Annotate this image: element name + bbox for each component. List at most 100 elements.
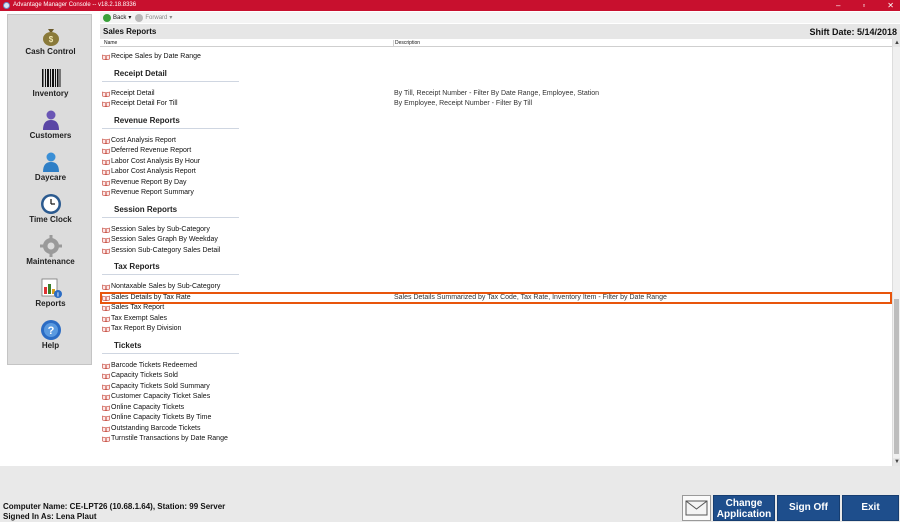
report-name[interactable]: Sales Tax Report: [111, 303, 164, 313]
nav-maintenance[interactable]: Maintenance: [8, 235, 93, 266]
clock-icon: [40, 194, 61, 214]
report-name[interactable]: Receipt Detail For Till: [111, 99, 178, 109]
nav-time-clock[interactable]: Time Clock: [8, 193, 93, 224]
close-button[interactable]: ✕: [887, 0, 894, 11]
report-row[interactable]: Online Capacity Tickets: [100, 403, 892, 413]
report-row[interactable]: Capacity Tickets Sold: [100, 371, 892, 381]
report-name[interactable]: Revenue Report By Day: [111, 178, 186, 188]
report-row[interactable]: Cost Analysis Report: [100, 136, 892, 146]
report-name[interactable]: Online Capacity Tickets By Time: [111, 413, 211, 423]
forward-dropdown-icon[interactable]: ▾: [169, 14, 172, 21]
nav-label-inventory: Inventory: [32, 89, 69, 98]
nav-label-time-clock: Time Clock: [29, 215, 72, 224]
report-name[interactable]: Recipe Sales by Date Range: [111, 52, 201, 62]
nav-help[interactable]: ? Help: [8, 319, 93, 350]
nav-reports[interactable]: i Reports: [8, 277, 93, 308]
minimize-button[interactable]: –: [836, 0, 840, 11]
report-name[interactable]: Outstanding Barcode Tickets: [111, 424, 201, 434]
report-row[interactable]: Labor Cost Analysis By Hour: [100, 157, 892, 167]
vertical-scrollbar[interactable]: ▲ ▼: [892, 39, 900, 466]
report-row[interactable]: Receipt Detail For Till By Employee, Rece…: [100, 99, 892, 109]
report-row[interactable]: Labor Cost Analysis Report: [100, 167, 892, 177]
report-icon: [102, 248, 110, 254]
report-name[interactable]: Session Sales Graph By Weekday: [111, 235, 218, 245]
sign-off-button[interactable]: Sign Off: [777, 495, 840, 521]
report-icon: [102, 384, 110, 390]
report-row[interactable]: Online Capacity Tickets By Time: [100, 413, 892, 423]
window-title: Advantage Manager Console -- v18.2.18.83…: [13, 2, 137, 8]
group-divider: [102, 127, 239, 129]
report-row[interactable]: Sales Details by Tax Rate Sales Details S…: [100, 291, 892, 304]
report-icon: [102, 373, 110, 379]
report-name[interactable]: Tax Exempt Sales: [111, 314, 167, 324]
report-name[interactable]: Nontaxable Sales by Sub-Category: [111, 282, 220, 292]
report-name[interactable]: Online Capacity Tickets: [111, 403, 184, 413]
report-row[interactable]: Turnstile Transactions by Date Range: [100, 434, 892, 444]
group-header: Tax Reports: [114, 262, 160, 271]
report-row[interactable]: Customer Capacity Ticket Sales: [100, 392, 892, 402]
shift-date: Shift Date: 5/14/2018: [809, 27, 897, 37]
report-name[interactable]: Tax Report By Division: [111, 324, 181, 334]
report-row[interactable]: Receipt Detail By Till, Receipt Number - …: [100, 89, 892, 99]
report-name[interactable]: Receipt Detail: [111, 89, 155, 99]
maximize-button[interactable]: ▫: [862, 0, 865, 11]
column-header-description[interactable]: Description: [393, 40, 420, 46]
report-name[interactable]: Session Sub-Category Sales Detail: [111, 246, 220, 256]
report-icon: [102, 295, 110, 301]
report-name[interactable]: Deferred Revenue Report: [111, 146, 191, 156]
report-name[interactable]: Barcode Tickets Redeemed: [111, 361, 197, 371]
nav-label-maintenance: Maintenance: [26, 257, 75, 266]
svg-text:$: $: [48, 35, 53, 44]
back-label: Back: [113, 14, 127, 21]
report-name[interactable]: Turnstile Transactions by Date Range: [111, 434, 228, 444]
report-row[interactable]: Sales Tax Report: [100, 303, 892, 313]
report-name[interactable]: Session Sales by Sub-Category: [111, 225, 210, 235]
group-header: Tickets: [114, 340, 142, 350]
scrollbar-thumb[interactable]: [894, 299, 899, 454]
report-row[interactable]: Deferred Revenue Report: [100, 146, 892, 156]
report-row[interactable]: Capacity Tickets Sold Summary: [100, 382, 892, 392]
report-name[interactable]: Labor Cost Analysis By Hour: [111, 157, 200, 167]
computer-name-status: Computer Name: CE-LPT26 (10.68.1.64), St…: [3, 502, 226, 511]
back-button[interactable]: Back ▾: [103, 13, 131, 22]
report-name[interactable]: Sales Details by Tax Rate: [111, 294, 191, 302]
change-application-button[interactable]: Change Application: [713, 495, 775, 521]
person-icon: [42, 110, 59, 130]
signed-in-status: Signed In As: Lena Plaut: [3, 512, 97, 521]
report-icon: [102, 159, 110, 165]
page-header: Sales Reports Shift Date: 5/14/2018: [100, 24, 900, 39]
report-icon: [102, 305, 110, 311]
report-row[interactable]: Revenue Report By Day: [100, 178, 892, 188]
report-row[interactable]: Session Sales by Sub-Category: [100, 225, 892, 235]
forward-label: Forward: [145, 14, 168, 21]
report-row[interactable]: Barcode Tickets Redeemed: [100, 361, 892, 371]
scroll-up-arrow-icon[interactable]: ▲: [893, 39, 900, 47]
nav-customers[interactable]: Customers: [8, 109, 93, 140]
report-row[interactable]: Outstanding Barcode Tickets: [100, 424, 892, 434]
report-name[interactable]: Cost Analysis Report: [111, 136, 176, 146]
report-name[interactable]: Customer Capacity Ticket Sales: [111, 392, 210, 402]
report-name[interactable]: Capacity Tickets Sold Summary: [111, 382, 210, 392]
mail-button[interactable]: [682, 495, 711, 521]
exit-button[interactable]: Exit: [842, 495, 899, 521]
nav-daycare[interactable]: Daycare: [8, 151, 93, 182]
report-row[interactable]: Tax Report By Division: [100, 324, 892, 334]
report-row[interactable]: Revenue Report Summary: [100, 188, 892, 198]
report-name[interactable]: Capacity Tickets Sold: [111, 371, 178, 381]
nav-cash-control[interactable]: $ Cash Control: [8, 25, 93, 56]
report-row[interactable]: Session Sales Graph By Weekday: [100, 235, 892, 245]
report-row[interactable]: Nontaxable Sales by Sub-Category: [100, 282, 892, 292]
navigation-toolbar: Back ▾ Forward ▾: [100, 12, 900, 23]
back-dropdown-icon[interactable]: ▾: [128, 14, 131, 21]
report-row[interactable]: Session Sub-Category Sales Detail: [100, 246, 892, 256]
column-header-name[interactable]: Name: [104, 40, 117, 46]
scroll-down-arrow-icon[interactable]: ▼: [893, 458, 900, 466]
forward-button[interactable]: Forward ▾: [135, 13, 172, 22]
report-row[interactable]: Recipe Sales by Date Range: [100, 52, 892, 62]
page-title: Sales Reports: [103, 27, 157, 36]
nav-inventory[interactable]: Inventory: [8, 67, 93, 98]
report-row[interactable]: Tax Exempt Sales: [100, 314, 892, 324]
report-name[interactable]: Revenue Report Summary: [111, 188, 194, 198]
report-name[interactable]: Labor Cost Analysis Report: [111, 167, 196, 177]
report-icon: [102, 91, 110, 97]
